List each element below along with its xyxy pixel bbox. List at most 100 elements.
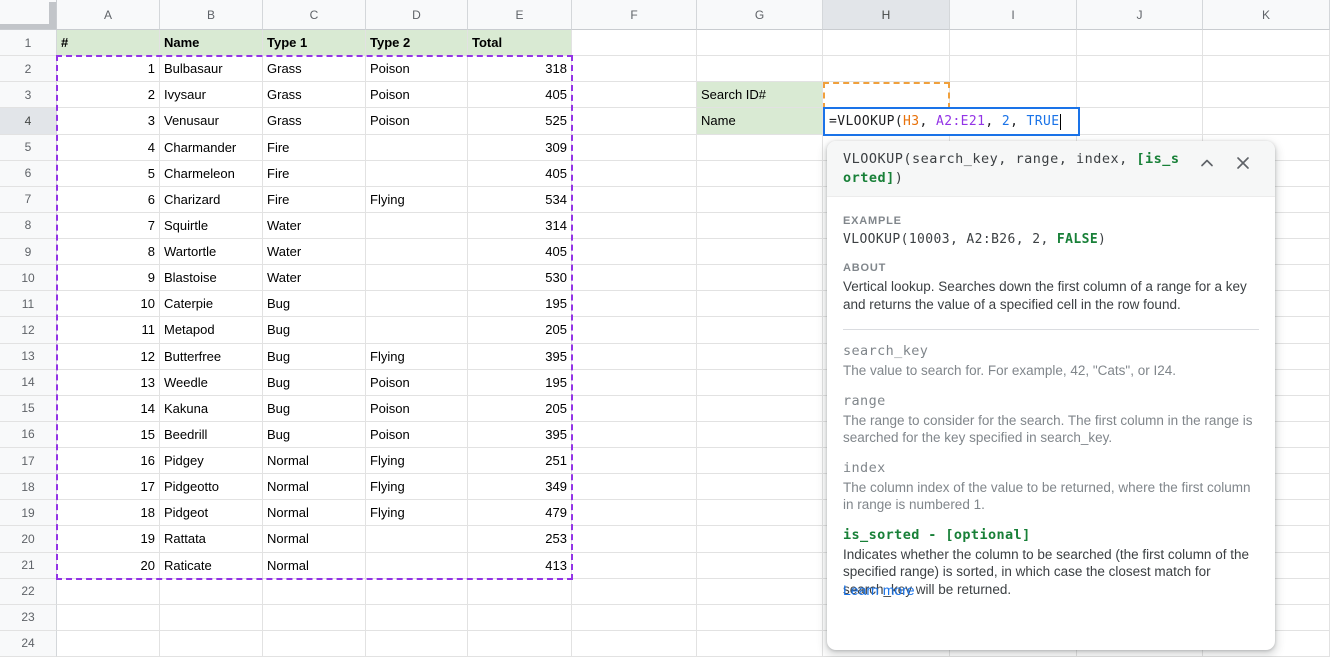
cell-B22[interactable]	[160, 579, 263, 605]
cell-F14[interactable]	[572, 370, 697, 396]
cell-G15[interactable]	[697, 396, 823, 422]
cell-B19[interactable]: Pidgeot	[160, 500, 263, 526]
cell-A24[interactable]	[57, 631, 160, 657]
cell-H3[interactable]	[823, 82, 950, 108]
cell-E12[interactable]: 205	[468, 317, 572, 343]
row-header-15[interactable]: 15	[0, 396, 57, 422]
cell-B16[interactable]: Beedrill	[160, 422, 263, 448]
cell-C9[interactable]: Water	[263, 239, 366, 265]
row-header-20[interactable]: 20	[0, 526, 57, 552]
cell-C22[interactable]	[263, 579, 366, 605]
cell-E8[interactable]: 314	[468, 213, 572, 239]
cell-F20[interactable]	[572, 526, 697, 552]
cell-A17[interactable]: 16	[57, 448, 160, 474]
row-header-18[interactable]: 18	[0, 474, 57, 500]
cell-C4[interactable]: Grass	[263, 108, 366, 134]
cell-E6[interactable]: 405	[468, 161, 572, 187]
cell-A14[interactable]: 13	[57, 370, 160, 396]
cell-D18[interactable]: Flying	[366, 474, 468, 500]
row-header-2[interactable]: 2	[0, 56, 57, 82]
row-header-23[interactable]: 23	[0, 605, 57, 631]
cell-C2[interactable]: Grass	[263, 56, 366, 82]
cell-B20[interactable]: Rattata	[160, 526, 263, 552]
cell-K1[interactable]	[1203, 30, 1330, 56]
cell-F24[interactable]	[572, 631, 697, 657]
cell-E13[interactable]: 395	[468, 344, 572, 370]
close-icon[interactable]	[1233, 153, 1253, 173]
cell-C15[interactable]: Bug	[263, 396, 366, 422]
cell-D2[interactable]: Poison	[366, 56, 468, 82]
cell-A2[interactable]: 1	[57, 56, 160, 82]
cell-A19[interactable]: 18	[57, 500, 160, 526]
cell-F7[interactable]	[572, 187, 697, 213]
cell-A9[interactable]: 8	[57, 239, 160, 265]
cell-C5[interactable]: Fire	[263, 135, 366, 161]
cell-G6[interactable]	[697, 161, 823, 187]
cell-A10[interactable]: 9	[57, 265, 160, 291]
column-header-K[interactable]: K	[1203, 0, 1330, 30]
cell-F19[interactable]	[572, 500, 697, 526]
cell-D16[interactable]: Poison	[366, 422, 468, 448]
cell-B4[interactable]: Venusaur	[160, 108, 263, 134]
cell-H1[interactable]	[823, 30, 950, 56]
select-all-corner[interactable]	[0, 0, 57, 30]
row-header-1[interactable]: 1	[0, 30, 57, 56]
cell-C10[interactable]: Water	[263, 265, 366, 291]
cell-B6[interactable]: Charmeleon	[160, 161, 263, 187]
cell-F22[interactable]	[572, 579, 697, 605]
chevron-up-icon[interactable]	[1197, 153, 1217, 173]
row-header-11[interactable]: 11	[0, 291, 57, 317]
cell-H2[interactable]	[823, 56, 950, 82]
cell-D20[interactable]	[366, 526, 468, 552]
cell-A20[interactable]: 19	[57, 526, 160, 552]
cell-A8[interactable]: 7	[57, 213, 160, 239]
cell-D1[interactable]: Type 2	[366, 30, 468, 56]
column-header-D[interactable]: D	[366, 0, 468, 30]
cell-E10[interactable]: 530	[468, 265, 572, 291]
row-header-13[interactable]: 13	[0, 344, 57, 370]
cell-G18[interactable]	[697, 474, 823, 500]
row-header-3[interactable]: 3	[0, 82, 57, 108]
cell-E1[interactable]: Total	[468, 30, 572, 56]
cell-D12[interactable]	[366, 317, 468, 343]
cell-E9[interactable]: 405	[468, 239, 572, 265]
cell-F5[interactable]	[572, 135, 697, 161]
column-header-B[interactable]: B	[160, 0, 263, 30]
cell-A23[interactable]	[57, 605, 160, 631]
cell-A3[interactable]: 2	[57, 82, 160, 108]
cell-C23[interactable]	[263, 605, 366, 631]
column-header-I[interactable]: I	[950, 0, 1077, 30]
cell-D22[interactable]	[366, 579, 468, 605]
cell-G2[interactable]	[697, 56, 823, 82]
cell-E3[interactable]: 405	[468, 82, 572, 108]
cell-D21[interactable]	[366, 553, 468, 579]
cell-C17[interactable]: Normal	[263, 448, 366, 474]
cell-B23[interactable]	[160, 605, 263, 631]
column-header-H[interactable]: H	[823, 0, 950, 30]
cell-A13[interactable]: 12	[57, 344, 160, 370]
cell-E4[interactable]: 525	[468, 108, 572, 134]
cell-G19[interactable]	[697, 500, 823, 526]
cell-G8[interactable]	[697, 213, 823, 239]
cell-G24[interactable]	[697, 631, 823, 657]
cell-G23[interactable]	[697, 605, 823, 631]
cell-B17[interactable]: Pidgey	[160, 448, 263, 474]
cell-I1[interactable]	[950, 30, 1077, 56]
cell-E7[interactable]: 534	[468, 187, 572, 213]
cell-E21[interactable]: 413	[468, 553, 572, 579]
cell-A11[interactable]: 10	[57, 291, 160, 317]
cell-F1[interactable]	[572, 30, 697, 56]
cell-D8[interactable]	[366, 213, 468, 239]
cell-C14[interactable]: Bug	[263, 370, 366, 396]
cell-C6[interactable]: Fire	[263, 161, 366, 187]
cell-C7[interactable]: Fire	[263, 187, 366, 213]
cell-D6[interactable]	[366, 161, 468, 187]
cell-C21[interactable]: Normal	[263, 553, 366, 579]
row-header-21[interactable]: 21	[0, 553, 57, 579]
cell-G9[interactable]	[697, 239, 823, 265]
cell-G4[interactable]: Name	[697, 108, 823, 134]
cell-D3[interactable]: Poison	[366, 82, 468, 108]
cell-B3[interactable]: Ivysaur	[160, 82, 263, 108]
learn-more-link[interactable]: Learn more	[843, 582, 915, 598]
cell-C11[interactable]: Bug	[263, 291, 366, 317]
